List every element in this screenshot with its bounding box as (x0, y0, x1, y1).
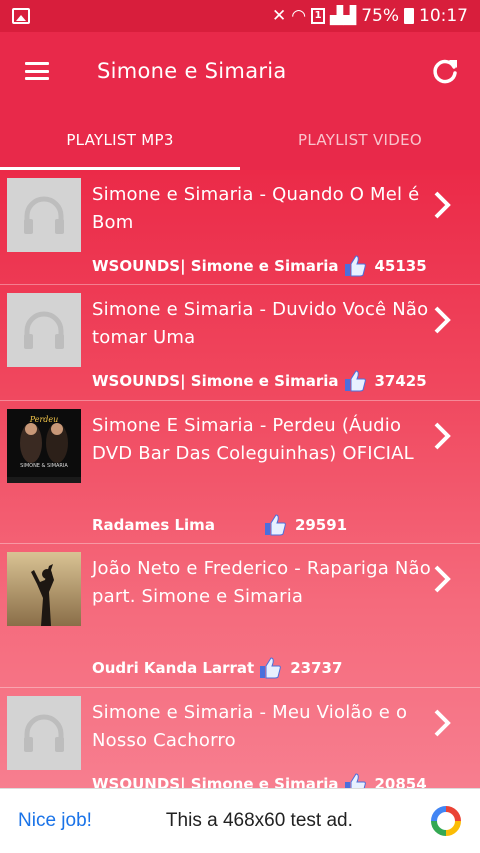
silhouette-image (7, 552, 81, 626)
list-item[interactable]: João Neto e Frederico - Rapariga Não par… (0, 544, 480, 688)
item-likes: 45135 (374, 257, 427, 275)
app-bar: Simone e Simaria (0, 32, 480, 110)
playlist: Simone e Simaria - Quando O Mel é Bom WS… (0, 170, 480, 788)
chevron-right-icon[interactable] (432, 708, 452, 738)
mute-icon: ✕ (271, 6, 287, 26)
item-title: Simone e Simaria - Duvido Você Não tomar… (92, 299, 429, 348)
list-item[interactable]: Perdeu SIMONE & SIMARIA Simone E Simaria… (0, 401, 480, 544)
wifi-icon: ◠ (291, 6, 307, 26)
status-bar: ✕ ◠ 1 ▟▟ 75% 10:17 (0, 0, 480, 32)
battery-percent: 75% (361, 6, 399, 26)
item-meta: WSOUNDS| Simone e Simaria 45135 (92, 254, 427, 278)
item-likes: 29591 (294, 516, 348, 534)
thumbs-up-icon (264, 514, 286, 536)
item-likes: 23737 (290, 659, 343, 677)
item-likes: 20854 (374, 775, 427, 788)
tab-bar: PLAYLIST MP3 PLAYLIST VIDEO (0, 110, 480, 170)
item-meta: WSOUNDS| Simone e Simaria 20854 (92, 772, 427, 788)
item-meta: Radames Lima 29591 (92, 513, 347, 537)
thumbnail-headphones (7, 293, 81, 367)
signal-icon: ▟▟ (330, 6, 357, 26)
tab-playlist-mp3[interactable]: PLAYLIST MP3 (0, 110, 240, 170)
item-author: WSOUNDS| Simone e Simaria (92, 257, 339, 275)
thumbs-up-icon (344, 370, 366, 392)
list-item[interactable]: Simone e Simaria - Duvido Você Não tomar… (0, 285, 480, 401)
item-title: Simone e Simaria - Meu Violão e o Nosso … (92, 702, 408, 751)
tab-playlist-video[interactable]: PLAYLIST VIDEO (240, 110, 480, 170)
chevron-right-icon[interactable] (432, 421, 452, 451)
item-author: WSOUNDS| Simone e Simaria (92, 372, 339, 390)
sim-icon: 1 (311, 8, 326, 24)
thumbs-up-icon (260, 657, 282, 679)
battery-icon (404, 8, 414, 24)
headphones-icon (7, 696, 81, 770)
thumbnail-headphones (7, 178, 81, 252)
item-author: WSOUNDS| Simone e Simaria (92, 775, 339, 788)
menu-icon[interactable] (25, 62, 49, 80)
album-cover-text: Perdeu (29, 415, 59, 424)
item-title: Simone E Simaria - Perdeu (Áudio DVD Bar… (92, 415, 414, 464)
item-author: Radames Lima (92, 516, 215, 534)
app-title: Simone e Simaria (97, 59, 287, 83)
ad-banner[interactable]: Nice job! This a 468x60 test ad. (0, 788, 480, 853)
ad-text: This a 468x60 test ad. (165, 810, 353, 831)
album-cover-subtext: SIMONE & SIMARIA (20, 463, 68, 469)
chevron-right-icon[interactable] (432, 305, 452, 335)
list-item[interactable]: Simone e Simaria - Quando O Mel é Bom WS… (0, 170, 480, 285)
item-meta: WSOUNDS| Simone e Simaria 37425 (92, 369, 427, 393)
item-title: Simone e Simaria - Quando O Mel é Bom (92, 184, 420, 233)
item-likes: 37425 (374, 372, 427, 390)
thumbnail-album-cover: Perdeu SIMONE & SIMARIA (7, 409, 81, 483)
item-author: Oudri Kanda Larrat (92, 659, 255, 677)
gallery-icon (12, 8, 30, 24)
headphones-icon (7, 293, 81, 367)
clock: 10:17 (419, 6, 468, 26)
thumbs-up-icon (344, 773, 366, 788)
item-meta: Oudri Kanda Larrat 23737 (92, 656, 342, 680)
ad-nice-label[interactable]: Nice job! (18, 810, 92, 832)
chevron-right-icon[interactable] (432, 564, 452, 594)
headphones-icon (7, 178, 81, 252)
refresh-icon[interactable] (430, 56, 460, 86)
chevron-right-icon[interactable] (432, 190, 452, 220)
thumbnail-headphones (7, 696, 81, 770)
thumbs-up-icon (344, 255, 366, 277)
item-title: João Neto e Frederico - Rapariga Não par… (92, 558, 431, 607)
list-item[interactable]: Simone e Simaria - Meu Violão e o Nosso … (0, 688, 480, 788)
thumbnail-photo (7, 552, 81, 626)
adchoices-logo-icon[interactable] (430, 805, 462, 837)
